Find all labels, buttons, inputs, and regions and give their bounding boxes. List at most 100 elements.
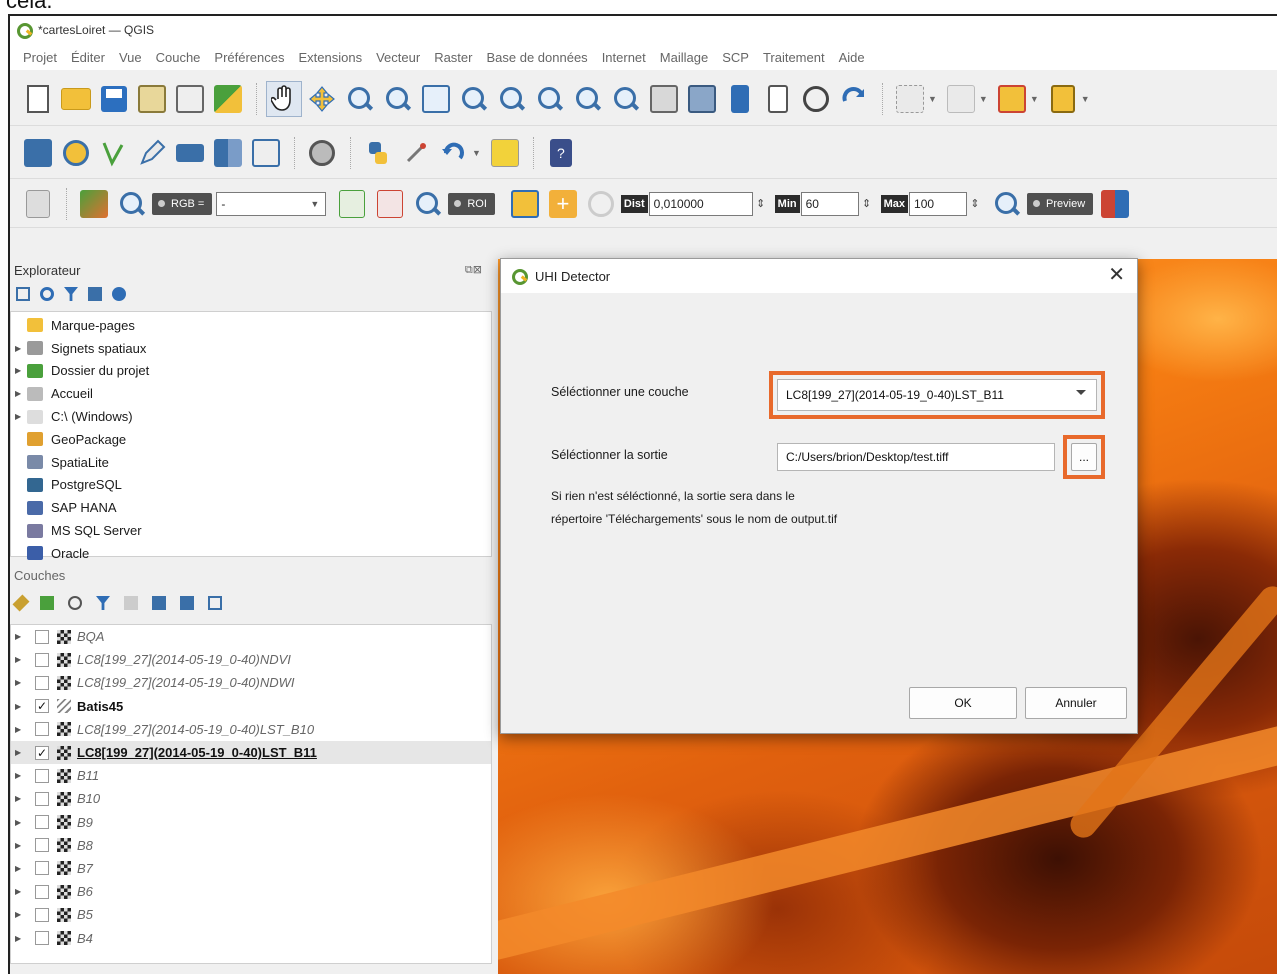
cancel-button[interactable]: Annuler [1025,687,1127,719]
rgb-pill[interactable]: RGB = [152,192,213,215]
menu-extensions[interactable]: Extensions [292,50,370,65]
layer-visibility-checkbox[interactable] [35,884,49,899]
dist-input[interactable]: 0,010000 [648,191,753,216]
layer-row[interactable]: ▶ BQA [11,625,491,648]
layer-visibility-checkbox[interactable] [35,931,49,946]
add-vector-button[interactable] [96,135,132,171]
menu-maillage[interactable]: Maillage [653,50,715,65]
info-icon[interactable] [112,287,126,301]
add-layer-button[interactable] [20,135,56,171]
filter-expression-icon[interactable] [124,596,138,610]
add-selected-icon[interactable] [16,287,30,301]
plugin-tool-button[interactable] [398,135,434,171]
undo-plugin-button[interactable] [436,135,472,171]
pan-map-button[interactable] [266,80,302,117]
expand-arrow-icon[interactable]: ▶ [15,910,27,919]
rgb-combo[interactable]: - ▼ [216,191,327,216]
raster-calc-button[interactable] [210,135,246,171]
plugin-mask-button[interactable] [304,135,340,171]
explorer-item[interactable]: Marque-pages [11,314,491,337]
menu-couche[interactable]: Couche [149,50,208,65]
chevron-down-icon[interactable]: ▼ [928,94,937,104]
layout-manager-button[interactable] [172,81,208,117]
expand-arrow-icon[interactable]: ▶ [15,344,27,353]
explorer-item[interactable]: ▶ Signets spatiaux [11,337,491,360]
scp-dock-button[interactable] [20,186,56,222]
layer-row[interactable]: ▶ ✓ Batis45 [11,695,491,718]
attribute-table-button[interactable] [943,81,979,117]
scp-classification-button[interactable] [1097,186,1133,222]
explorer-item[interactable]: GeoPackage [11,428,491,451]
expand-arrow-icon[interactable]: ▶ [15,678,27,687]
chevron-down-icon[interactable]: ▼ [1081,94,1090,104]
chevron-down-icon[interactable]: ▼ [472,148,481,158]
scp-zoom-input-button[interactable] [114,186,150,222]
expand-arrow-icon[interactable]: ▶ [15,771,27,780]
expand-arrow-icon[interactable]: ▶ [15,794,27,803]
add-group-icon[interactable] [40,596,54,610]
min-input[interactable]: 60 [800,191,859,216]
style-brush-icon[interactable] [12,594,30,612]
max-spinner[interactable]: ⇕ [967,197,983,210]
layer-row[interactable]: ▶ LC8[199_27](2014-05-19_0-40)NDWI [11,671,491,694]
new-map-view-button[interactable] [646,81,682,117]
new-3d-view-button[interactable] [684,81,720,117]
menu-aide[interactable]: Aide [832,50,872,65]
explorer-item[interactable]: MS SQL Server [11,519,491,542]
layer-visibility-checkbox[interactable] [35,815,49,830]
menu-traitement[interactable]: Traitement [756,50,832,65]
layer-row[interactable]: ▶ B11 [11,764,491,787]
temporal-controller-button[interactable] [798,81,834,117]
scp-std-button[interactable] [372,186,408,222]
help-button[interactable]: ? [543,135,579,171]
expand-arrow-icon[interactable]: ▶ [15,818,27,827]
zoom-last-button[interactable] [570,81,606,117]
layer-row[interactable]: ▶ LC8[199_27](2014-05-19_0-40)NDVI [11,648,491,671]
layer-visibility-checkbox[interactable]: ✓ [35,745,49,760]
layer-row[interactable]: ▶ LC8[199_27](2014-05-19_0-40)LST_B10 [11,718,491,741]
chevron-down-icon[interactable]: ▼ [979,94,988,104]
layer-row[interactable]: ▶ B9 [11,811,491,834]
plugin-green-button[interactable] [487,135,523,171]
menu-editer[interactable]: Éditer [64,50,112,65]
explorer-item[interactable]: ▶ Accueil [11,382,491,405]
new-print-layout-button[interactable] [134,81,170,117]
show-bookmarks-button[interactable] [760,81,796,117]
pan-to-selection-button[interactable] [304,81,340,117]
explorer-item[interactable]: ▶ C:\ (Windows) [11,405,491,428]
filter-icon[interactable] [64,287,78,301]
explorer-item[interactable]: Oracle [11,542,491,565]
spatial-bookmark-button[interactable] [722,81,758,117]
expand-arrow-icon[interactable]: ▶ [15,366,27,375]
ok-button[interactable]: OK [909,687,1017,719]
remove-layer-icon[interactable] [208,596,222,610]
scp-zoom-preview-button[interactable] [989,186,1025,222]
layer-row[interactable]: ▶ B8 [11,834,491,857]
layer-visibility-checkbox[interactable]: ✓ [35,699,49,714]
expand-all-icon[interactable] [152,596,166,610]
zoom-in-button[interactable] [342,81,378,117]
expand-arrow-icon[interactable]: ▶ [15,632,27,641]
collapse-all-icon[interactable] [88,287,102,301]
expand-arrow-icon[interactable]: ▶ [15,702,27,711]
layer-visibility-checkbox[interactable] [35,791,49,806]
deselect-button[interactable] [994,81,1030,117]
layer-row[interactable]: ▶ B6 [11,880,491,903]
panel-float-close-icon[interactable]: ⧉⊠ [465,263,482,277]
select-features-button[interactable] [892,81,928,117]
scp-percent-button[interactable] [334,186,370,222]
zoom-native-button[interactable] [532,81,568,117]
layer-row[interactable]: ▶ B5 [11,903,491,926]
menu-base-de-donnees[interactable]: Base de données [479,50,594,65]
zoom-out-button[interactable] [380,81,416,117]
layer-visibility-checkbox[interactable] [35,675,49,690]
expand-arrow-icon[interactable]: ▶ [15,864,27,873]
menu-raster[interactable]: Raster [427,50,479,65]
scp-add-button[interactable]: + [545,186,581,222]
new-project-button[interactable] [20,81,56,117]
save-project-button[interactable] [96,81,132,117]
layer-visibility-checkbox[interactable] [35,652,49,667]
menu-preferences[interactable]: Préférences [207,50,291,65]
eye-icon[interactable] [68,596,82,610]
digitize-button[interactable] [134,135,170,171]
